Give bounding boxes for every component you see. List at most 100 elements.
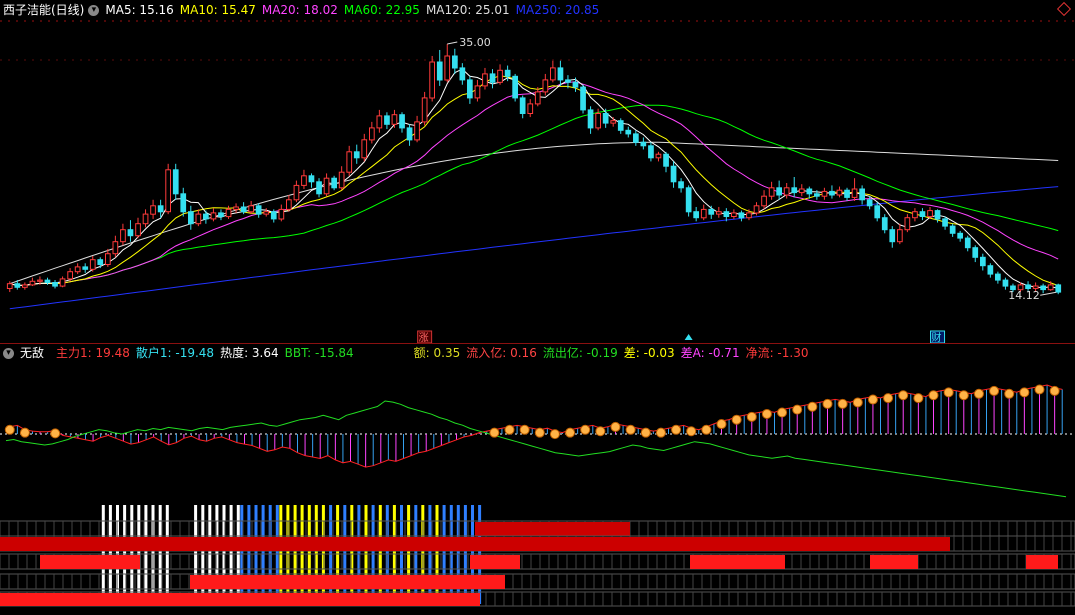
candle-body: [542, 79, 549, 93]
candle: [987, 263, 994, 278]
thumb-icon: [746, 411, 757, 422]
candle: [904, 214, 911, 233]
candle-body: [587, 109, 594, 129]
candle-body: [120, 229, 126, 243]
candle: [806, 186, 813, 199]
candle-body: [369, 127, 375, 141]
diffA-value: 差A: -0.71: [680, 346, 740, 360]
candle: [203, 210, 209, 224]
candle: [127, 220, 134, 242]
candle-body: [685, 187, 692, 213]
candle-body: [97, 259, 104, 266]
candle: [972, 245, 979, 263]
candle: [97, 257, 104, 269]
candle: [617, 118, 624, 134]
candle-body: [338, 171, 345, 189]
candle: [331, 175, 337, 191]
candle-body: [844, 189, 850, 198]
candle-body: [195, 213, 202, 225]
candle-body: [270, 211, 277, 220]
thumb-icon: [973, 388, 984, 399]
candle-body: [768, 187, 775, 197]
candle: [414, 115, 420, 143]
candle-body: [738, 212, 745, 219]
panel-divider: [0, 343, 1075, 344]
candle-body: [203, 213, 209, 220]
thumb-icon: [913, 393, 924, 404]
amount-value: 额: 0.35: [413, 346, 461, 360]
candle-body: [218, 212, 224, 217]
candle-body: [881, 217, 888, 231]
thumb-icon: [807, 401, 818, 412]
candle: [633, 130, 639, 146]
candle: [942, 216, 948, 230]
candle: [270, 209, 277, 223]
candle: [580, 84, 586, 114]
thumb-icon: [837, 398, 848, 409]
thumb-icon: [716, 419, 727, 430]
candle: [557, 60, 564, 86]
thumb-icon: [792, 404, 803, 415]
candle-body: [700, 208, 707, 219]
main-force-value: 主力1: 19.48: [56, 346, 130, 360]
candle: [105, 248, 111, 267]
candle-body: [323, 177, 330, 195]
candle-body: [399, 114, 405, 129]
candle: [195, 209, 202, 227]
thumb-icon: [989, 385, 1000, 396]
candle-body: [746, 212, 752, 219]
candle: [188, 205, 194, 230]
candle-body: [678, 181, 684, 189]
candle-body: [29, 280, 36, 286]
candle: [316, 178, 322, 198]
ma120-line: [9, 141, 1059, 285]
thumb-icon: [19, 427, 30, 438]
candle: [165, 163, 172, 215]
candle: [301, 169, 307, 189]
candle: [22, 282, 28, 290]
indicator-chart[interactable]: [0, 362, 1075, 615]
candle-body: [912, 211, 918, 219]
candle: [776, 180, 782, 200]
candle-body: [452, 55, 458, 69]
candle: [82, 263, 89, 273]
candle: [180, 187, 187, 217]
candle: [708, 205, 715, 219]
candle-body: [708, 208, 715, 215]
candle-body: [429, 61, 435, 99]
candle: [1002, 277, 1009, 290]
candle-body: [550, 67, 556, 81]
collapse-icon[interactable]: ▾: [3, 348, 14, 359]
thumb-icon: [489, 427, 500, 438]
candle: [233, 203, 239, 213]
indicator-name[interactable]: 无敌: [20, 345, 44, 362]
candle-body: [980, 256, 986, 267]
status-strip: [0, 535, 1075, 552]
candle-body: [459, 67, 466, 81]
candle: [338, 166, 345, 191]
candle: [459, 63, 466, 85]
thumb-icon: [625, 424, 636, 435]
candle: [655, 151, 662, 162]
thumb-icon: [701, 424, 712, 435]
candle-body: [135, 223, 141, 237]
status-segment: [870, 555, 918, 569]
candle: [874, 202, 881, 222]
thumb-icon: [1034, 384, 1045, 395]
candlestick-chart[interactable]: 35.0014.12涨财: [0, 0, 1075, 345]
candle: [384, 112, 390, 130]
candle: [361, 133, 368, 162]
candle: [663, 151, 669, 173]
thumb-icon: [1019, 387, 1030, 398]
candle-body: [610, 120, 617, 124]
candle-body: [783, 187, 790, 196]
candle-body: [52, 282, 58, 287]
candle: [286, 194, 292, 212]
candle-body: [949, 225, 956, 234]
candle-body: [6, 283, 13, 290]
candle: [851, 178, 858, 201]
candle: [512, 73, 518, 102]
candle-body: [414, 121, 420, 141]
candle-body: [602, 113, 609, 124]
candle-body: [421, 97, 428, 123]
